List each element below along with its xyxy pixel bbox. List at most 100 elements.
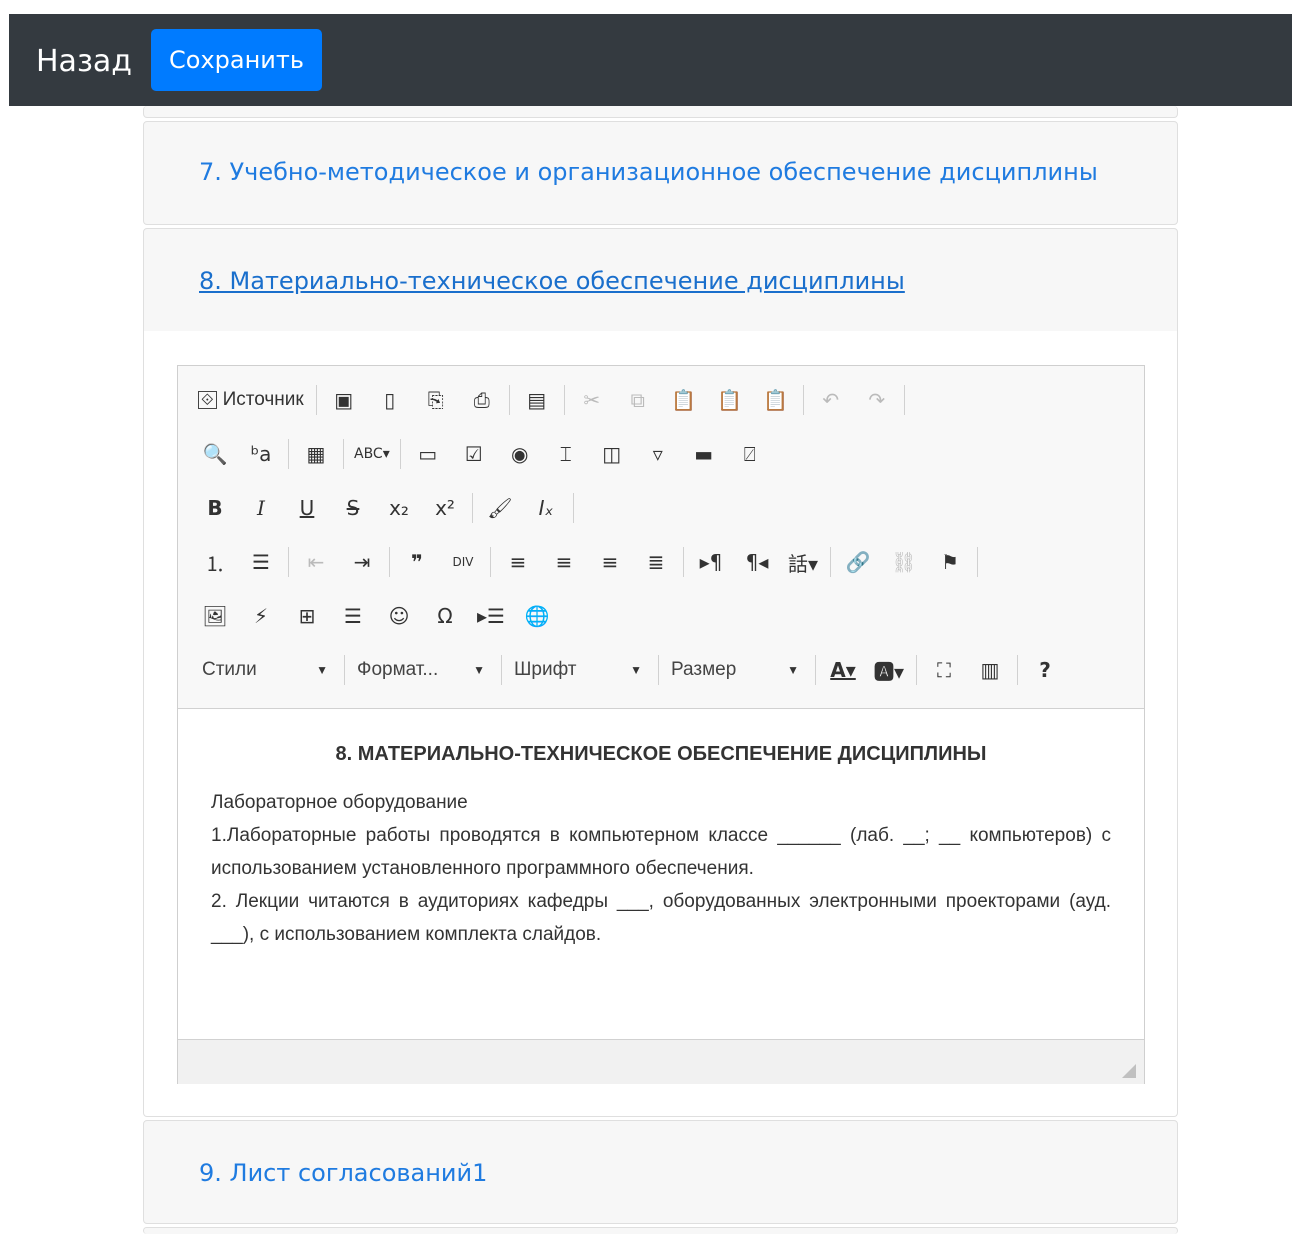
image-icon[interactable]: 🖼 xyxy=(198,600,232,632)
language-icon[interactable]: 話▾ xyxy=(786,546,820,578)
toolbar-separator xyxy=(288,439,289,469)
page-break-icon[interactable]: ▸☰ xyxy=(474,600,508,632)
chevron-down-icon: ▼ xyxy=(787,663,799,677)
show-blocks-icon[interactable]: ▥ xyxy=(973,654,1007,686)
preview-icon[interactable]: ⎘ xyxy=(419,384,453,416)
form-icon[interactable]: ▭ xyxy=(411,438,445,470)
indent-icon[interactable]: ⇥ xyxy=(345,546,379,578)
textfield-icon[interactable]: ⌶ xyxy=(549,438,583,470)
anchor-icon[interactable]: ⚑ xyxy=(933,546,967,578)
format-dropdown[interactable]: Формат... ▼ xyxy=(353,655,493,685)
editor-content[interactable]: 8. МАТЕРИАЛЬНО-ТЕХНИЧЕСКОЕ ОБЕСПЕЧЕНИЕ Д… xyxy=(178,709,1144,1039)
italic-icon[interactable]: I xyxy=(244,492,278,524)
section-8-link[interactable]: 8. Материально-техническое обеспечение д… xyxy=(199,267,905,295)
checkbox-icon[interactable]: ☑ xyxy=(457,438,491,470)
maximize-icon[interactable]: ⛶ xyxy=(927,654,961,686)
smiley-icon[interactable]: ☺ xyxy=(382,600,416,632)
bg-color-icon[interactable]: 🅰▾ xyxy=(872,654,906,686)
toolbar-separator xyxy=(490,547,491,577)
bulleted-list-icon[interactable]: ☰ xyxy=(244,546,278,578)
div-container-icon[interactable]: DIV xyxy=(446,546,480,578)
styles-dropdown[interactable]: Стили ▼ xyxy=(198,655,336,685)
toolbar-separator xyxy=(1017,655,1018,685)
iframe-icon[interactable]: 🌐 xyxy=(520,600,554,632)
flash-icon[interactable]: ⚡ xyxy=(244,600,278,632)
section-7-card: 7. Учебно-методическое и организационное… xyxy=(143,121,1178,225)
align-center-icon[interactable]: ≡ xyxy=(547,546,581,578)
superscript-icon[interactable]: x² xyxy=(428,492,462,524)
content-paragraph: 1.Лабораторные работы проводятся в компь… xyxy=(211,825,1111,879)
section-8-card: 8. Материально-техническое обеспечение д… xyxy=(143,228,1178,332)
hidden-field-icon[interactable]: ⍁ xyxy=(733,438,767,470)
size-dropdown[interactable]: Размер ▼ xyxy=(667,655,807,685)
content-paragraph: Лабораторное оборудование xyxy=(211,792,468,813)
spellcheck-icon[interactable]: ABC▾ xyxy=(354,438,390,470)
resize-handle-icon[interactable] xyxy=(1122,1064,1136,1078)
find-icon[interactable]: 🔍 xyxy=(198,438,232,470)
chevron-down-icon: ▼ xyxy=(316,663,328,677)
text-color-icon[interactable]: A▾ xyxy=(826,654,860,686)
horizontal-line-icon[interactable]: ☰ xyxy=(336,600,370,632)
blockquote-icon[interactable]: ❞ xyxy=(400,546,434,578)
editor-statusbar xyxy=(178,1039,1144,1084)
toolbar-separator xyxy=(288,547,289,577)
paste-icon[interactable]: 📋 xyxy=(667,384,701,416)
toolbar-separator xyxy=(815,655,816,685)
section-9-card: 9. Лист согласований1 xyxy=(143,1120,1178,1224)
toolbar-separator xyxy=(563,385,565,415)
save-icon[interactable]: ▣ xyxy=(327,384,361,416)
source-label: Источник xyxy=(222,389,304,410)
ltr-icon[interactable]: ▸¶ xyxy=(694,546,728,578)
toolbar-separator xyxy=(315,385,317,415)
link-icon[interactable]: 🔗 xyxy=(841,546,875,578)
toolbar-separator xyxy=(508,385,510,415)
radio-icon[interactable]: ◉ xyxy=(503,438,537,470)
section-9-link[interactable]: 9. Лист согласований1 xyxy=(199,1159,487,1187)
copy-format-icon[interactable]: 🖌 xyxy=(483,492,517,524)
section-7-link[interactable]: 7. Учебно-методическое и организационное… xyxy=(199,158,1098,186)
undo-icon[interactable]: ↶ xyxy=(814,384,848,416)
help-icon[interactable]: ? xyxy=(1028,654,1062,686)
redo-icon[interactable]: ↷ xyxy=(860,384,894,416)
font-dropdown[interactable]: Шрифт ▼ xyxy=(510,655,650,685)
new-page-icon[interactable]: ▯ xyxy=(373,384,407,416)
button-field-icon[interactable]: ▬ xyxy=(687,438,721,470)
source-button[interactable]: ⟐ Источник xyxy=(198,384,304,416)
copy-icon[interactable]: ⧉ xyxy=(621,384,655,416)
strikethrough-icon[interactable]: S xyxy=(336,492,370,524)
align-left-icon[interactable]: ≡ xyxy=(501,546,535,578)
previous-section-card xyxy=(143,106,1178,118)
select-all-icon[interactable]: ▦ xyxy=(299,438,333,470)
table-icon[interactable]: ⊞ xyxy=(290,600,324,632)
textarea-icon[interactable]: ◫ xyxy=(595,438,629,470)
content-heading: 8. МАТЕРИАЛЬНО-ТЕХНИЧЕСКОЕ ОБЕСПЕЧЕНИЕ Д… xyxy=(335,743,987,765)
format-label: Формат... xyxy=(357,659,439,680)
chevron-down-icon: ▼ xyxy=(630,663,642,677)
align-right-icon[interactable]: ≡ xyxy=(593,546,627,578)
top-navbar: Назад Сохранить xyxy=(9,14,1292,106)
replace-icon[interactable]: ᵇa xyxy=(244,438,278,470)
paste-text-icon[interactable]: 📋 xyxy=(713,384,747,416)
align-justify-icon[interactable]: ≣ xyxy=(639,546,673,578)
templates-icon[interactable]: ▤ xyxy=(520,384,554,416)
back-link[interactable]: Назад xyxy=(36,44,132,79)
bold-icon[interactable]: B xyxy=(198,492,232,524)
underline-icon[interactable]: U xyxy=(290,492,324,524)
chevron-down-icon: ▼ xyxy=(473,663,485,677)
toolbar-separator xyxy=(903,385,905,415)
unlink-icon[interactable]: ⛓ xyxy=(887,546,921,578)
toolbar-separator xyxy=(802,385,804,415)
subscript-icon[interactable]: x₂ xyxy=(382,492,416,524)
save-button[interactable]: Сохранить xyxy=(151,29,322,91)
remove-format-icon[interactable]: Iₓ xyxy=(529,492,563,524)
outdent-icon[interactable]: ⇤ xyxy=(299,546,333,578)
source-icon: ⟐ xyxy=(198,391,217,409)
special-char-icon[interactable]: Ω xyxy=(428,600,462,632)
toolbar-separator xyxy=(683,547,684,577)
paste-word-icon[interactable]: 📋 xyxy=(759,384,793,416)
rtl-icon[interactable]: ¶◂ xyxy=(740,546,774,578)
cut-icon[interactable]: ✂ xyxy=(575,384,609,416)
print-icon[interactable]: ⎙ xyxy=(465,384,499,416)
numbered-list-icon[interactable]: ⒈ xyxy=(198,546,232,578)
select-field-icon[interactable]: ▿ xyxy=(641,438,675,470)
